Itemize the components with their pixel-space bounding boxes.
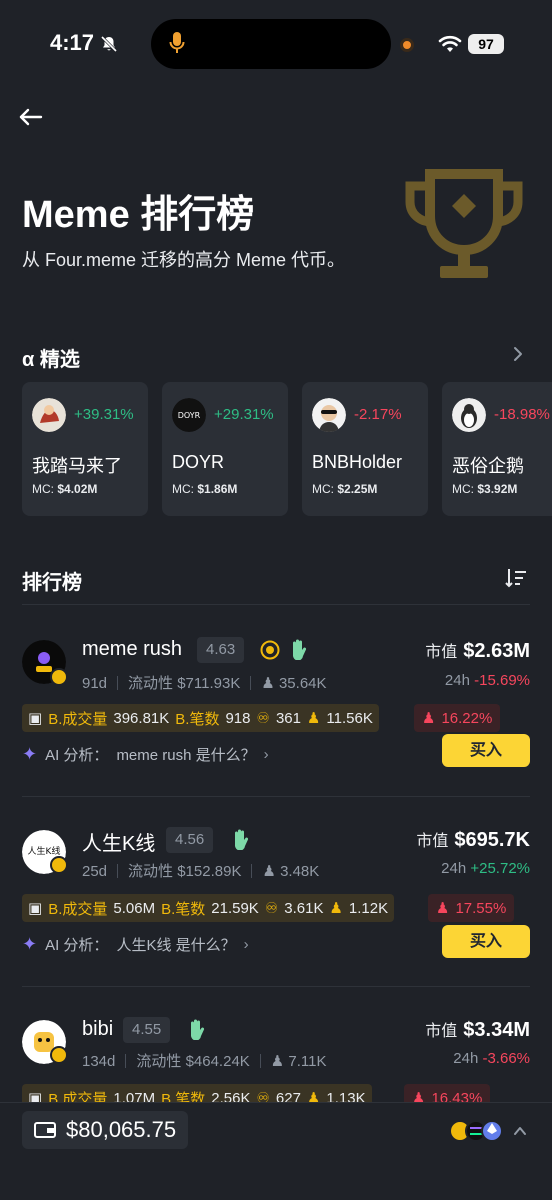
change-24h: 24h -3.66% <box>453 1050 530 1067</box>
token-avatar <box>32 398 66 432</box>
token-name: meme rush <box>82 638 183 660</box>
alpha-card[interactable]: DOYR +29.31% DOYR MC: $1.86M <box>162 382 288 516</box>
wallet-icon: ▣ <box>28 710 43 727</box>
wallet-icon: ▣ <box>28 900 43 917</box>
buy-button[interactable]: 买入 <box>442 734 530 767</box>
page-title: Meme 排行榜 <box>22 194 255 236</box>
hand-wave-icon <box>234 829 249 850</box>
alpha-card[interactable]: -2.17% BNBHolder MC: $2.25M <box>302 382 428 516</box>
alpha-change: +39.31% <box>74 406 134 423</box>
wifi-icon <box>438 35 462 52</box>
alpha-change: -2.17% <box>354 406 402 423</box>
change-24h: 24h -15.69% <box>444 672 530 689</box>
coin-tag-icon <box>260 640 280 660</box>
chevron-right-icon: › <box>263 746 269 763</box>
score-badge: 4.55 <box>123 1017 171 1043</box>
token-meta: 25d 流动性 $152.89K ♟ 3.48K <box>82 863 320 880</box>
svg-text:DOYR: DOYR <box>178 411 201 420</box>
divider <box>22 604 530 605</box>
microphone-icon <box>169 32 185 53</box>
top-holders-badge: ♟ 16.22% <box>414 704 501 732</box>
camera-indicator-icon <box>400 38 414 52</box>
token-name: 人生K线 <box>82 833 156 855</box>
token-name: bibi <box>82 1018 114 1040</box>
buy-button[interactable]: 买入 <box>442 925 530 958</box>
alpha-change: +29.31% <box>214 406 274 423</box>
alpha-mc: MC: $1.86M <box>172 482 238 496</box>
alpha-section-title: α 精选 <box>22 349 80 371</box>
bell-muted-icon <box>100 35 118 53</box>
alpha-mc: MC: $2.25M <box>312 482 378 496</box>
sparkle-icon: ✦ <box>22 744 38 764</box>
status-time: 4:17 <box>50 30 95 55</box>
users-icon: ♟ <box>329 900 343 917</box>
alpha-card[interactable]: -18.98% 恶俗企鹅 MC: $3.92M <box>442 382 552 516</box>
chain-badge-icon <box>50 856 68 874</box>
chain-badge-icon <box>50 668 68 686</box>
chain-badge-icon <box>50 1046 68 1064</box>
sparkle-icon: ✦ <box>22 934 38 954</box>
person-icon: ♟ <box>436 900 450 917</box>
page-subtitle: 从 Four.meme 迁移的高分 Meme 代币。 <box>22 250 346 270</box>
alpha-mc: MC: $3.92M <box>452 482 518 496</box>
token-stats-bar: ▣ B.成交量 5.06M B.笔数 21.59K ♾ 3.61K ♟ 1.12K <box>22 894 395 922</box>
token-stats-bar: ▣ B.成交量 396.81K B.笔数 918 ♾ 361 ♟ 11.56K <box>22 704 379 732</box>
alpha-card[interactable]: +39.31% 我踏马来了 MC: $4.02M <box>22 382 148 516</box>
change-24h: 24h +25.72% <box>441 860 530 877</box>
alpha-name: 我踏马来了 <box>32 456 122 476</box>
back-arrow-icon[interactable] <box>16 102 46 132</box>
score-badge: 4.56 <box>166 827 214 853</box>
token-meta: 134d 流动性 $464.24K ♟ 7.11K <box>82 1053 327 1070</box>
score-badge: 4.63 <box>197 637 245 663</box>
alpha-change: -18.98% <box>494 406 550 423</box>
divider <box>22 796 530 797</box>
token-avatar: DOYR <box>172 398 206 432</box>
market-cap: 市值 $2.63M <box>425 640 530 662</box>
chevron-right-icon: › <box>243 936 249 953</box>
top-holders-badge: ♟ 17.55% <box>428 894 515 922</box>
trophy-icon <box>405 169 523 278</box>
alpha-name: BNBHolder <box>312 452 403 472</box>
wallet-bar: $80,065.75 <box>0 1102 552 1200</box>
alpha-name: 恶俗企鹅 <box>452 456 524 476</box>
chevron-up-icon[interactable] <box>512 1123 528 1139</box>
wallet-balance: $80,065.75 <box>66 1117 177 1142</box>
dynamic-island <box>151 19 391 69</box>
wallet-icon <box>34 1122 56 1138</box>
token-avatar <box>312 398 346 432</box>
svg-text:人生K线: 人生K线 <box>28 845 61 857</box>
ai-analysis-link[interactable]: ✦ AI 分析： 人生K线 是什么？ › <box>22 934 249 955</box>
traders-icon: ♾ <box>256 710 270 727</box>
divider <box>22 986 530 987</box>
sort-icon[interactable] <box>504 566 528 590</box>
person-icon: ♟ <box>422 710 436 727</box>
token-avatar <box>452 398 486 432</box>
alpha-carousel[interactable]: +39.31% 我踏马来了 MC: $4.02M DOYR +29.31% DO… <box>22 382 552 516</box>
token-meta: 91d 流动性 $711.93K ♟ 35.64K <box>82 675 327 692</box>
hand-wave-icon <box>190 1019 205 1040</box>
battery-indicator: 97 <box>468 34 504 54</box>
chain-icons[interactable] <box>448 1119 508 1143</box>
users-icon: ♟ <box>306 710 321 727</box>
wallet-balance-button[interactable]: $80,065.75 <box>22 1111 189 1149</box>
alpha-name: DOYR <box>172 452 225 472</box>
market-cap: 市值 $3.34M <box>425 1019 530 1041</box>
hand-wave-icon <box>292 639 307 660</box>
ranking-section-title: 排行榜 <box>22 572 82 594</box>
alpha-mc: MC: $4.02M <box>32 482 98 496</box>
status-bar: 4:17 97 <box>0 0 552 92</box>
ai-analysis-link[interactable]: ✦ AI 分析： meme rush 是什么？ › <box>22 744 269 765</box>
traders-icon: ♾ <box>264 900 279 917</box>
chevron-right-icon[interactable] <box>510 345 526 363</box>
market-cap: 市值 $695.7K <box>416 829 530 851</box>
